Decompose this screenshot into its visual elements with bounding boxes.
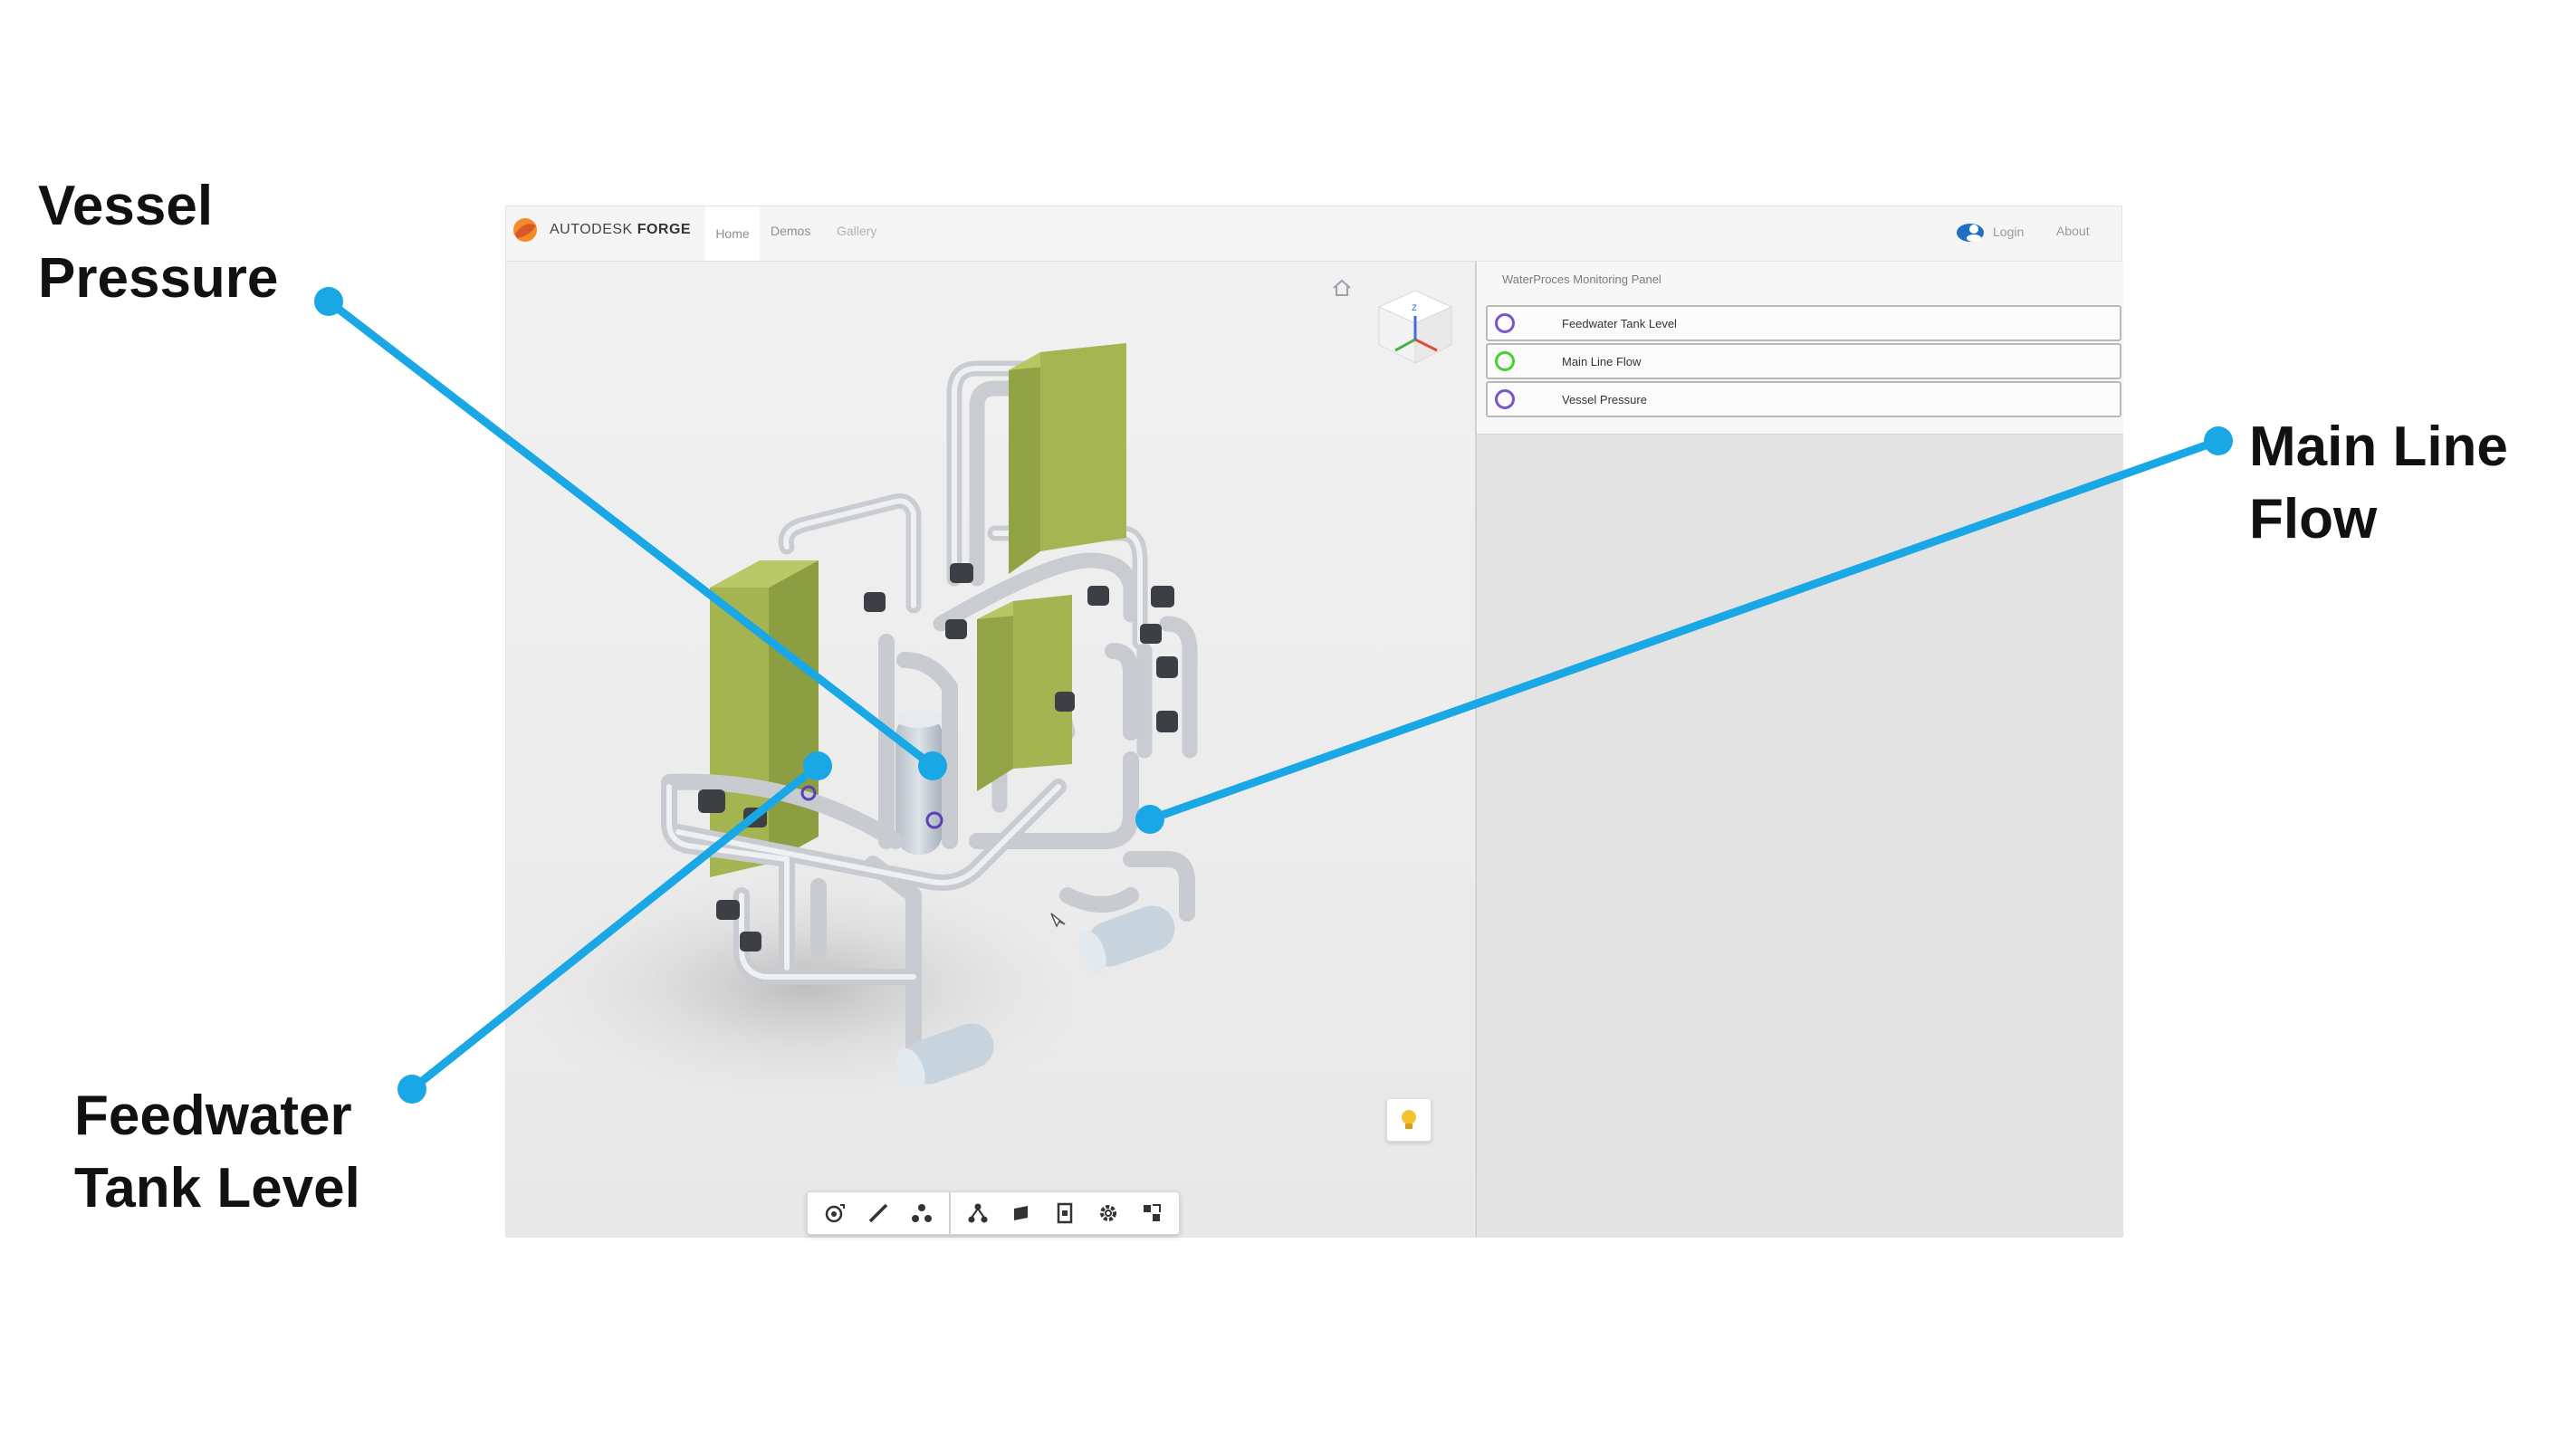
tank-back (1009, 343, 1126, 574)
callout-line: Main Line (2249, 416, 2508, 478)
properties-icon (1057, 1202, 1073, 1224)
home-icon[interactable] (1331, 278, 1353, 298)
callout-line: Pressure (38, 247, 279, 310)
panel-title: WaterProces Monitoring Panel (1502, 273, 1661, 286)
fullscreen-icon (1144, 1204, 1161, 1221)
sensor-row-vessel-pressure[interactable]: Vessel Pressure (1486, 381, 2121, 417)
callout-feedwater-tank-level: Feedwater Tank Level (74, 1080, 360, 1225)
toolbar-navigation-group (808, 1192, 949, 1234)
login-button[interactable]: Login (1955, 219, 2024, 244)
monitoring-panel: WaterProces Monitoring Panel Feedwater T… (1475, 262, 2123, 1237)
nav-gallery-link[interactable]: Gallery (837, 224, 876, 238)
nav-demos-link[interactable]: Demos (771, 224, 810, 238)
main-line-flow-marker[interactable] (1144, 808, 1155, 818)
viewcube-icon[interactable]: z (1372, 285, 1459, 368)
sensor-label: Vessel Pressure (1562, 392, 1647, 406)
fullscreen-button[interactable] (1130, 1192, 1173, 1234)
sensor-label: Main Line Flow (1562, 354, 1642, 368)
svg-text:z: z (1412, 301, 1417, 313)
forge-app-window: AUTODESK FORGE Home Demos Gallery Login … (506, 206, 2123, 1237)
orbit-button[interactable] (813, 1192, 857, 1234)
callout-line: Feedwater (74, 1085, 352, 1147)
navbar: AUTODESK FORGE Home Demos Gallery Login … (506, 206, 2121, 262)
sensor-row-feedwater[interactable]: Feedwater Tank Level (1486, 305, 2121, 341)
connector-dot (2204, 426, 2233, 455)
connector-dot (397, 1075, 426, 1104)
model-tree-button[interactable] (956, 1192, 1000, 1234)
status-circle-icon (1495, 313, 1515, 333)
explode-button[interactable] (900, 1192, 943, 1234)
properties-button[interactable] (1043, 1192, 1087, 1234)
callout-main-line-flow: Main Line Flow (2249, 411, 2508, 556)
cloud-user-icon (1957, 224, 1984, 242)
nav-home-link[interactable]: Home (705, 206, 760, 261)
callout-line: Tank Level (74, 1157, 360, 1219)
connector-dot (314, 287, 343, 316)
brand-name: FORGE (637, 222, 692, 237)
callout-line: Flow (2249, 488, 2378, 550)
settings-button[interactable] (1087, 1192, 1130, 1234)
tank-front (710, 560, 819, 877)
pressure-vessel (895, 710, 943, 855)
model-shadow (506, 859, 1104, 1113)
callout-line: Vessel (38, 175, 214, 237)
autodesk-logo-icon (513, 218, 537, 242)
login-label: Login (1993, 225, 2025, 239)
viewer-toolbar (807, 1191, 1180, 1235)
callout-vessel-pressure: Vessel Pressure (38, 170, 278, 315)
layers-button[interactable] (1000, 1192, 1043, 1234)
3d-viewer[interactable]: z (506, 262, 1474, 1237)
lightbulb-button[interactable] (1386, 1098, 1432, 1142)
sensor-label: Feedwater Tank Level (1562, 316, 1677, 330)
nav-about-link[interactable]: About (2056, 224, 2090, 238)
monitoring-panel-header: WaterProces Monitoring Panel Feedwater T… (1477, 262, 2123, 435)
toolbar-model-group (949, 1192, 1179, 1234)
settings-icon (1100, 1205, 1116, 1221)
model-tree-icon (968, 1203, 988, 1223)
layers-icon (1014, 1206, 1028, 1220)
lightbulb-icon (1402, 1110, 1416, 1129)
measure-icon (868, 1203, 888, 1223)
water-process-model[interactable] (506, 262, 1474, 1237)
measure-button[interactable] (857, 1192, 900, 1234)
sensor-row-main-line-flow[interactable]: Main Line Flow (1486, 343, 2121, 379)
brand-prefix: AUTODESK (550, 222, 633, 237)
status-circle-icon (1495, 351, 1515, 371)
orbit-icon (825, 1204, 845, 1223)
brand[interactable]: AUTODESK FORGE (512, 216, 691, 244)
status-circle-icon (1495, 389, 1515, 409)
explode-icon (912, 1204, 932, 1222)
